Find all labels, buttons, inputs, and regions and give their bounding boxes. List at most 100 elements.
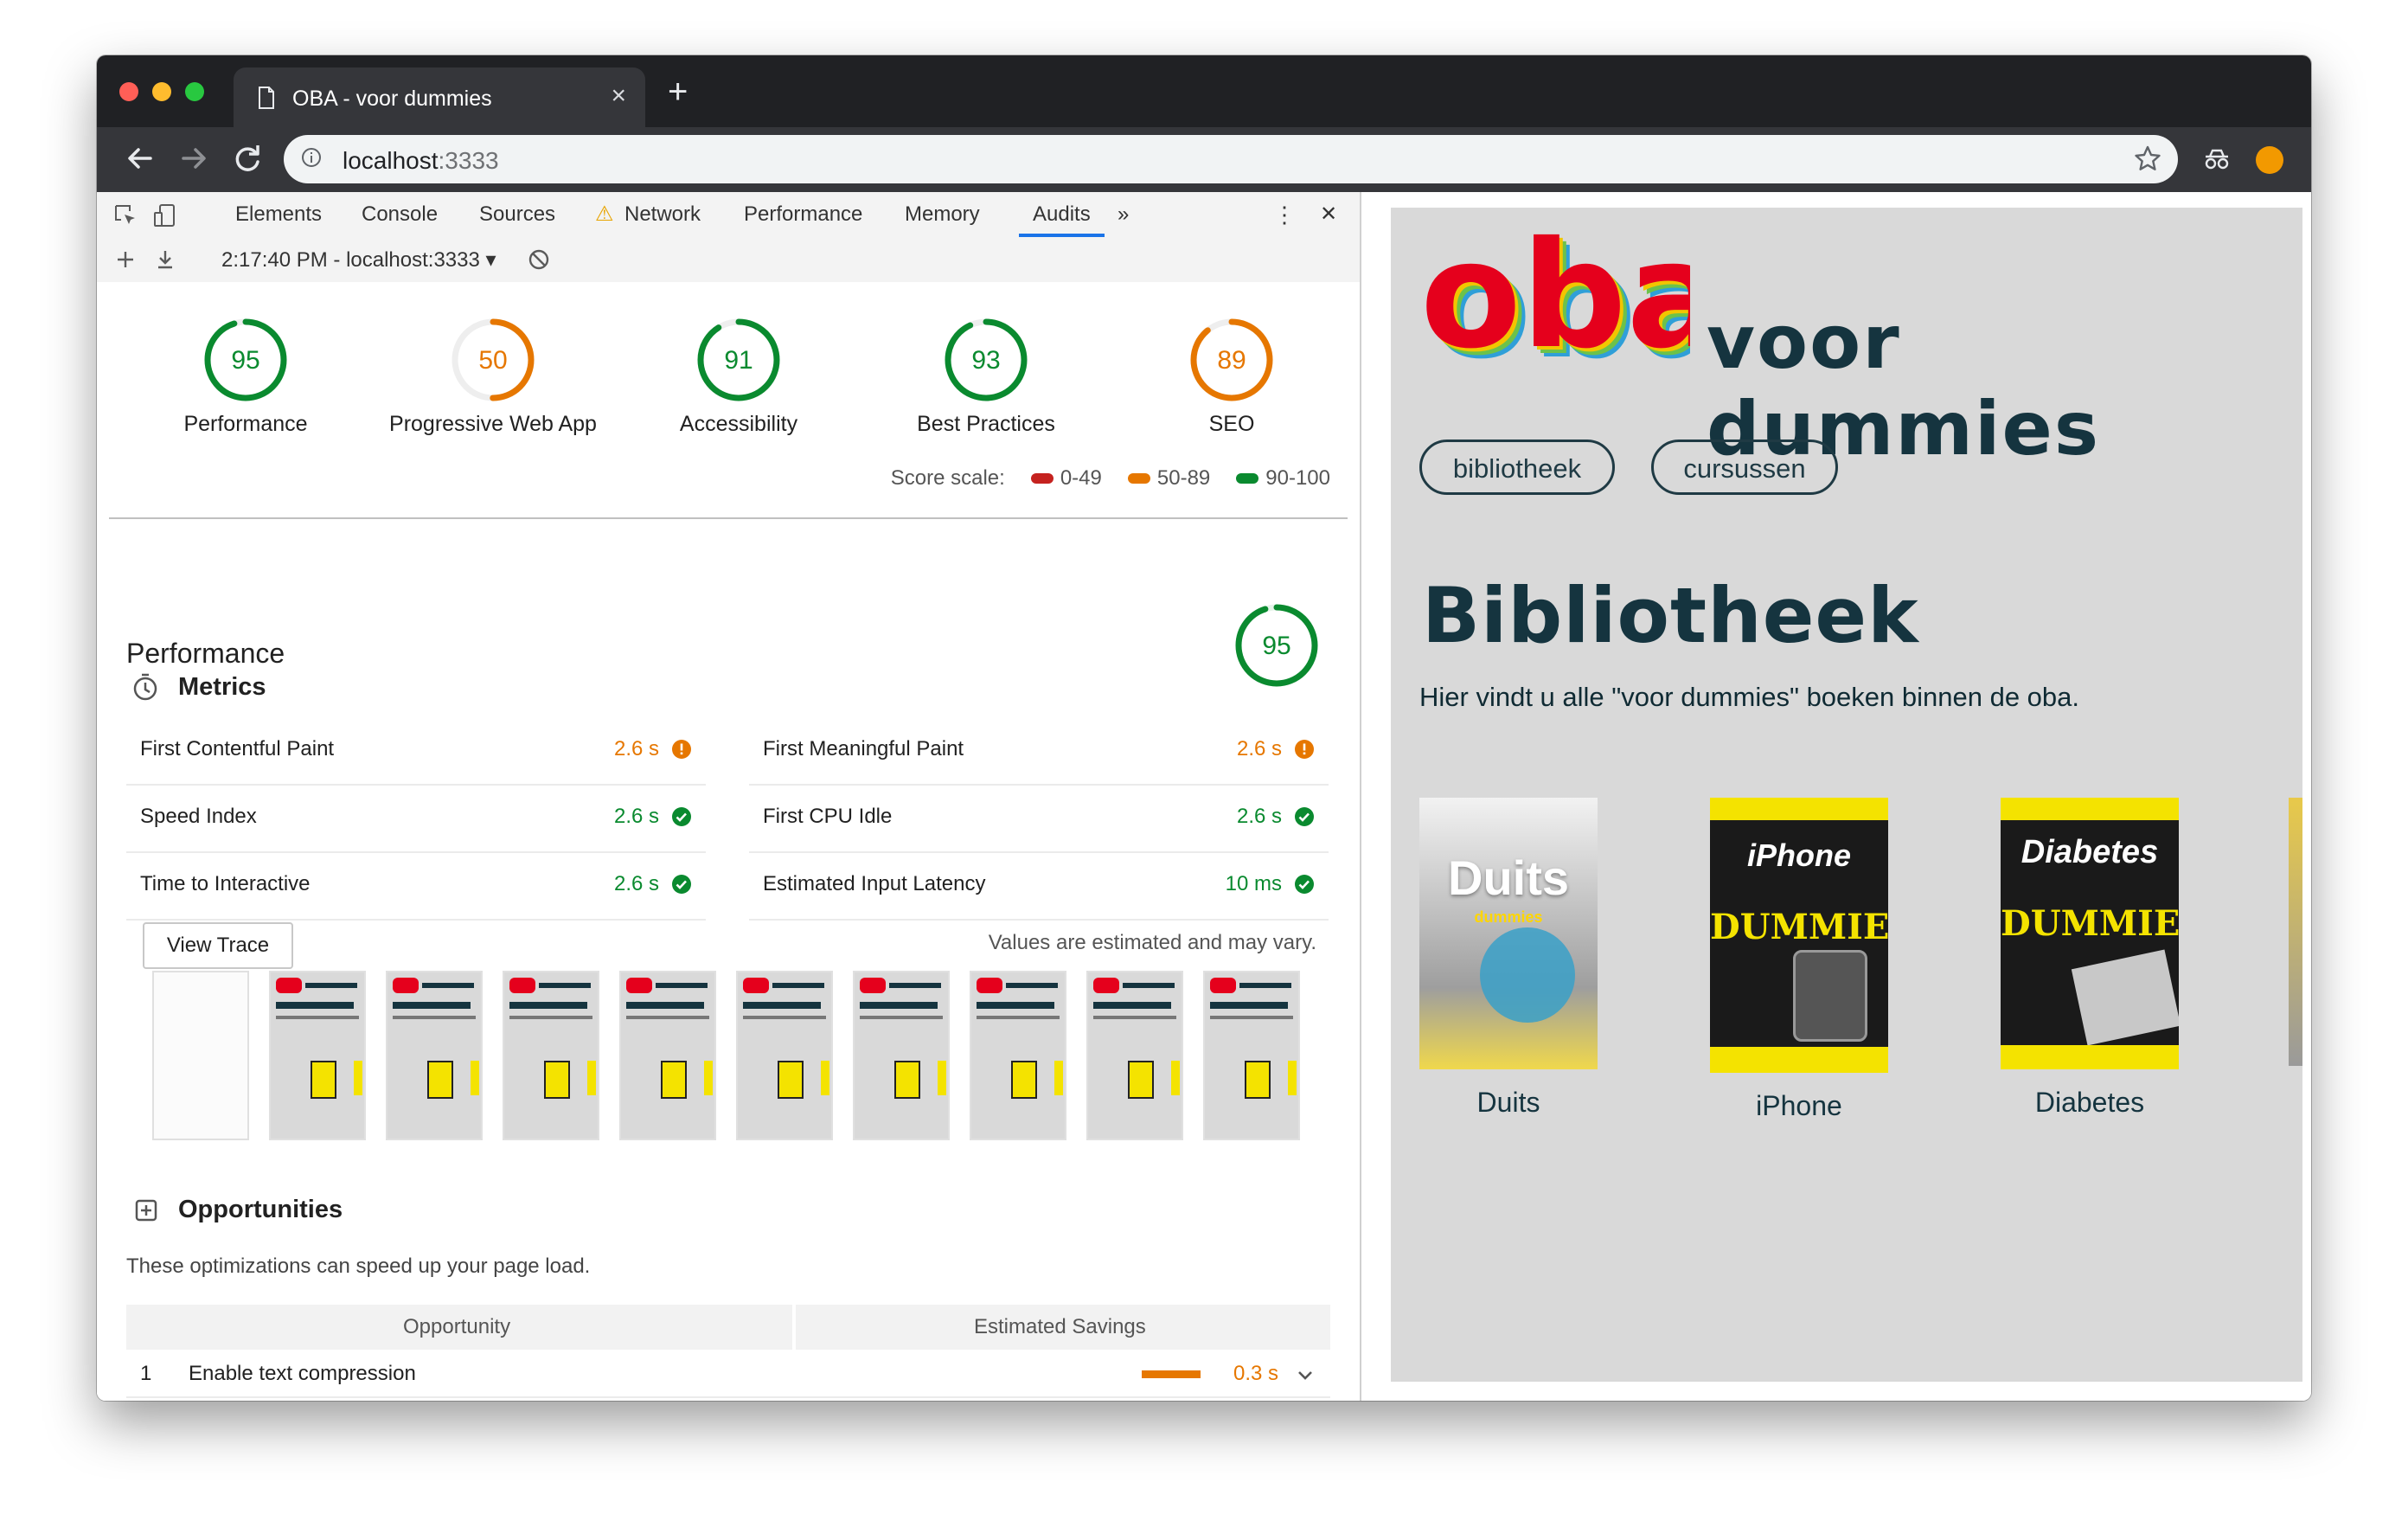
category-gauge[interactable]: 50 Progressive Web App [363,317,623,437]
frame-book [471,1061,479,1095]
inspect-element-icon[interactable] [112,202,138,228]
frame-text [860,1016,943,1019]
tab-elements[interactable]: Elements [235,192,322,237]
devtools-menu-icon[interactable]: ⋮ [1273,192,1296,237]
filmstrip-frame [853,971,950,1140]
minimize-window-button[interactable] [152,82,171,101]
bookmark-star-icon[interactable] [2133,144,2162,173]
category-gauge[interactable]: 91 Accessibility [609,317,868,437]
estimate-note: Values are estimated and may vary. [988,931,1316,954]
opportunity-column-header: Opportunity [403,1315,511,1338]
address-bar[interactable]: localhost:3333 [284,135,2178,183]
score-ring: 50 [452,318,535,401]
clear-reports-icon[interactable] [526,247,552,273]
update-avatar-icon[interactable] [2256,146,2283,174]
frame-book [1171,1061,1180,1095]
frame-book [1245,1061,1271,1099]
frame-title [539,983,591,988]
chevron-down-icon[interactable] [1296,1365,1315,1384]
tab-network[interactable]: Network [624,192,701,237]
book-title[interactable]: Diabetes [2001,1087,2179,1119]
score-ring: 93 [945,318,1028,401]
nav-bibliotheek[interactable]: bibliotheek [1419,440,1615,495]
category-label: Performance [183,412,308,436]
opportunity-row[interactable]: 1 Enable text compression 0.3 s [126,1351,1330,1398]
url-host: localhost [343,147,439,174]
category-gauge[interactable]: 93 Best Practices [856,317,1116,437]
download-report-icon[interactable] [152,247,178,273]
cover-subtitle: dummies [1474,908,1543,926]
opportunity-label: Enable text compression [189,1362,416,1385]
title-bar: OBA - voor dummies × + [97,55,2311,127]
metric-value: 10 ms [1225,872,1282,895]
frame-heading [977,1002,1054,1009]
reload-icon[interactable] [227,138,268,179]
filmstrip-frame [1086,971,1183,1140]
category-gauge[interactable]: 89 SEO [1102,317,1360,437]
performance-section-title: Performance [126,638,285,669]
frame-logo [1210,978,1236,993]
frame-text [1093,1016,1176,1019]
extension-icon[interactable] [2202,144,2232,174]
book-cover[interactable]: Duits dummies [1419,798,1598,1069]
frame-book [1128,1061,1154,1099]
frame-title [1123,983,1175,988]
view-trace-button[interactable]: View Trace [143,922,293,969]
score-value: 89 [1217,346,1246,375]
metric-value: 2.6 s [613,737,659,760]
forward-icon[interactable] [173,138,215,179]
info-icon[interactable] [301,147,322,168]
book-title[interactable]: Duits [1419,1087,1598,1119]
frame-heading [1093,1002,1171,1009]
book-card[interactable]: iPhone DUMMIES iPhone [1710,798,1888,1122]
devtools-tab-bar: Elements Console Sources ⚠ Network Perfo… [97,192,1360,238]
frame-text [977,1016,1060,1019]
score-ring: 95 [204,318,287,401]
close-window-button[interactable] [119,82,138,101]
tab-memory[interactable]: Memory [905,192,980,237]
score-scale-label: Score scale: [890,466,1005,490]
maximize-window-button[interactable] [185,82,204,101]
opportunities-title: Opportunities [178,1196,343,1223]
filmstrip-frame [152,971,249,1140]
tab-sources[interactable]: Sources [479,192,555,237]
page-icon [259,87,274,109]
devtools-panel: Elements Console Sources ⚠ Network Perfo… [97,192,1361,1401]
new-audit-icon[interactable] [112,247,138,273]
back-icon[interactable] [119,138,161,179]
url-text[interactable]: localhost:3333 [343,147,499,175]
category-gauge[interactable]: 95 Performance [116,317,375,437]
filmstrip-frame [503,971,599,1140]
category-label: Accessibility [679,412,798,436]
tab-audits[interactable]: Audits [1019,192,1105,237]
devtools-close-icon[interactable]: ✕ [1320,192,1337,237]
nav-cursussen[interactable]: cursussen [1651,440,1838,495]
metric-row: Time to Interactive 2.6 s [126,851,706,921]
tab-close-icon[interactable]: × [611,83,626,109]
book-card[interactable]: Duits dummies Duits [1419,798,1598,1119]
oba-logo[interactable]: oba oba oba oba [1420,234,1690,389]
new-tab-button[interactable]: + [668,74,688,109]
frame-book [661,1061,687,1099]
column-separator [792,1305,796,1350]
page-viewport: oba oba oba oba voor dummies bibliotheek… [1361,192,2311,1401]
book-card-partial[interactable] [2289,798,2302,1066]
cover-title: Duits [1448,850,1569,905]
book-cover[interactable]: iPhone DUMMIES [1710,798,1888,1073]
browser-tab[interactable]: OBA - voor dummies × [234,67,645,127]
frame-heading [276,1002,354,1009]
pass-check-icon [1295,807,1314,826]
report-selector[interactable]: 2:17:40 PM - localhost:3333 ▾ [221,247,496,273]
score-ring: 89 [1190,318,1273,401]
filmstrip-frame [736,971,833,1140]
scale-fail-range: 0-49 [1060,466,1102,490]
device-toolbar-icon[interactable] [152,202,178,228]
book-card[interactable]: Diabetes DUMMIES Diabetes [2001,798,2179,1119]
tab-performance[interactable]: Performance [744,192,862,237]
book-cover[interactable]: Diabetes DUMMIES [2001,798,2179,1069]
book-title[interactable]: iPhone [1710,1090,1888,1122]
more-tabs-icon[interactable]: » [1118,192,1129,237]
opportunity-row[interactable]: 2Eliminate render-blocking resources0.15… [126,1398,1330,1401]
filmstrip-frame [386,971,483,1140]
tab-console[interactable]: Console [362,192,438,237]
